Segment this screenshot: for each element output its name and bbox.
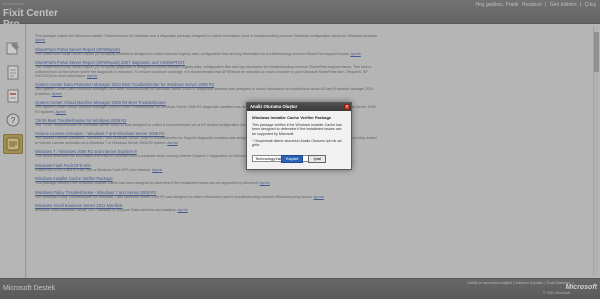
details-link[interactable]: Ayrıntı xyxy=(260,181,270,185)
sidebar-item-clipboard[interactable] xyxy=(3,62,23,82)
details-link[interactable]: Ayrıntı xyxy=(350,52,360,56)
clipboard-icon xyxy=(7,65,19,80)
item-description: The Windows Policy Troubleshooter for Wi… xyxy=(35,194,324,199)
close-icon[interactable]: × xyxy=(344,104,350,110)
item-description: The SharePoint Portal Server Report (SPS… xyxy=(35,65,372,79)
welcome-text: Hoş geldiniz, Pratik xyxy=(475,2,519,8)
item-description: Windows Small Business Server 2011 Stand… xyxy=(35,207,188,212)
details-link[interactable]: Ayrıntı xyxy=(87,74,97,78)
dialog-titlebar[interactable]: Analiz Oturumu Oluştur × xyxy=(247,103,351,111)
list-item: System Center Data Protection Manager 20… xyxy=(35,82,380,96)
details-link[interactable]: Ayrıntı xyxy=(56,110,66,114)
item-description: This package makes the Windows Installer… xyxy=(35,34,378,43)
details-link[interactable]: Ayrıntı xyxy=(167,141,177,145)
tools-icon xyxy=(6,42,19,55)
footer-links[interactable]: Gizlilik ve tanımlama bilgileri | Kullan… xyxy=(467,281,570,285)
session-name-label: * Oluşturmak istene oturumun Analiz Otur… xyxy=(252,138,342,148)
sidebar-item-documents[interactable] xyxy=(3,86,23,106)
list-item: Windows Small Business Server 2011 Manif… xyxy=(35,203,380,212)
details-link[interactable]: Ayrıntı xyxy=(177,208,187,212)
app-logo[interactable]: Microsoft Fixit Center Pro xyxy=(3,0,69,30)
dialog-description: This package verifies if the Windows Ins… xyxy=(252,123,342,136)
signout-link[interactable]: Çıkış xyxy=(585,2,596,8)
item-description: The SharePoint Portal Server Report (SPS… xyxy=(35,51,361,56)
save-button[interactable]: Kaydet xyxy=(281,155,304,163)
footer-copyright: © 2011 Microsoft xyxy=(543,291,570,295)
list-item: This package makes the Windows Installer… xyxy=(35,34,380,43)
svg-text:?: ? xyxy=(11,116,16,125)
details-link[interactable]: Ayrıntı xyxy=(52,92,62,96)
brand-small: Microsoft xyxy=(3,1,24,6)
list-item: Windows Installer Cache Verifier Package… xyxy=(35,176,380,185)
sidebar: ? xyxy=(0,24,26,278)
account-link[interactable]: Hesabım xyxy=(522,2,542,8)
dialog-title: Analiz Oturumu Oluştur xyxy=(250,104,298,109)
footer-brand[interactable]: Microsoft Destek xyxy=(3,285,55,292)
scrollbar-thumb[interactable] xyxy=(594,32,599,72)
details-link[interactable]: Ayrıntı xyxy=(313,195,323,199)
create-session-dialog: Analiz Oturumu Oluştur × Windows Install… xyxy=(246,102,352,170)
details-link[interactable]: Ayrıntı xyxy=(35,38,45,42)
list-item: Windows Policy Troubleshooter - Windows … xyxy=(35,190,380,199)
dialog-heading: Windows Installer Cache Verifier Package xyxy=(252,115,332,120)
feedback-link[interactable]: Geri bildirim xyxy=(550,2,577,8)
scrollbar[interactable] xyxy=(593,26,599,276)
sidebar-item-tools[interactable] xyxy=(3,38,23,58)
document-icon xyxy=(7,89,19,103)
fixit-icon xyxy=(6,137,20,151)
sidebar-item-fixit[interactable] xyxy=(3,134,23,154)
list-item: SharePoint Portal Server Report (SPSRepo… xyxy=(35,60,380,78)
help-icon: ? xyxy=(6,113,20,127)
item-description: The System Center Data Protection Manage… xyxy=(35,87,374,96)
sidebar-item-help[interactable]: ? xyxy=(3,110,23,130)
app-header: Microsoft Fixit Center Pro Hoş geldiniz,… xyxy=(0,0,600,30)
cancel-button[interactable]: İptal xyxy=(308,155,327,163)
dialog-buttons: Kaydet İptal xyxy=(281,155,327,163)
details-link[interactable]: Ayrıntı xyxy=(152,168,162,172)
user-bar: Hoş geldiniz, Pratik Hesabım | Geri bild… xyxy=(475,2,596,8)
microsoft-logo: Microsoft xyxy=(565,284,598,291)
item-description: This package verifies if the Windows Ins… xyxy=(35,181,270,186)
list-item: SharePoint Portal Server Report (SPSRepo… xyxy=(35,47,380,56)
app-footer: Microsoft Destek Gizlilik ve tanımlama b… xyxy=(0,278,600,299)
